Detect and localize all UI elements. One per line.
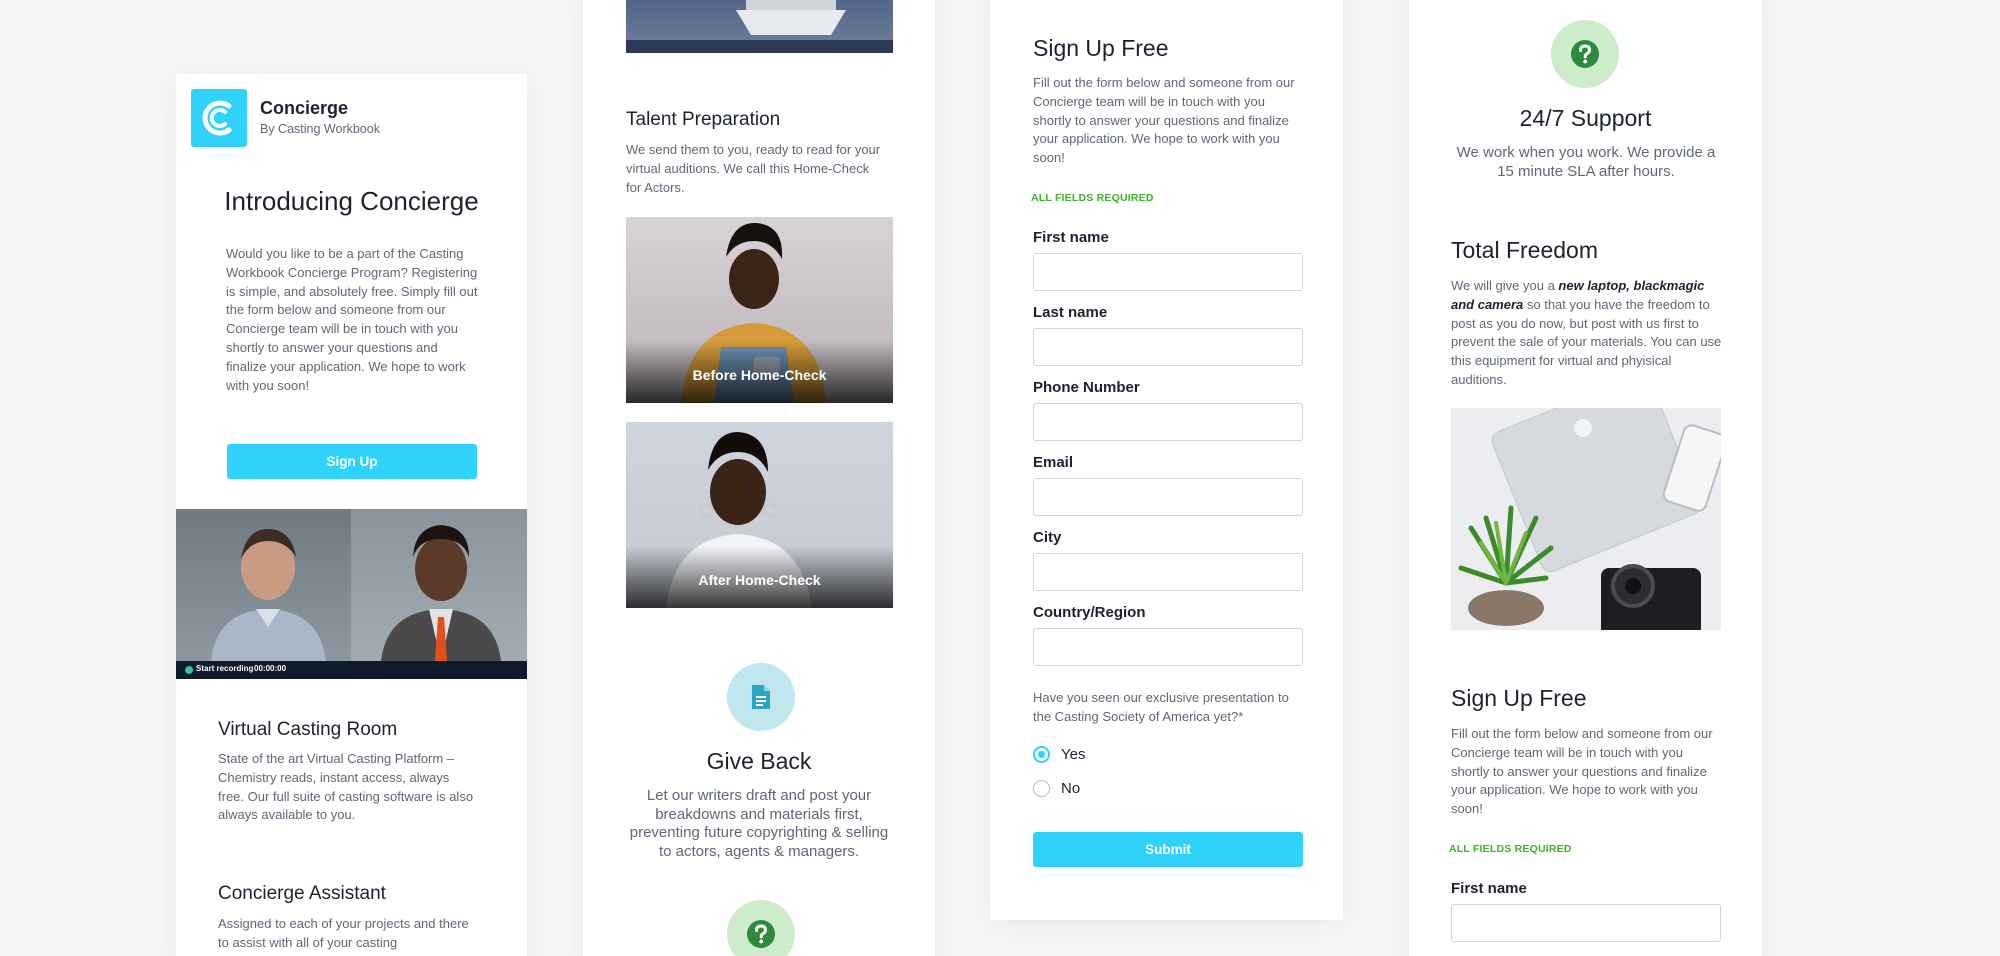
- first-name-label: First name: [1451, 880, 1527, 897]
- laptop-photo: [626, 0, 893, 53]
- panel-introducing-concierge: Concierge By Casting Workbook Introducin…: [176, 74, 527, 956]
- city-field[interactable]: [1033, 553, 1303, 591]
- assistant-text: Assigned to each of your projects and th…: [218, 916, 469, 950]
- first-name-field[interactable]: [1033, 253, 1303, 291]
- question-icon: [1551, 20, 1619, 88]
- radio-no-label[interactable]: No: [1061, 780, 1080, 797]
- video-control-bar: Start recording 00:00:00: [176, 661, 527, 679]
- email-field[interactable]: [1033, 478, 1303, 516]
- concierge-logo: [191, 89, 247, 147]
- panel-talent-preparation: Talent Preparation We send them to you, …: [583, 0, 935, 956]
- give-back-title: Give Back: [706, 748, 812, 774]
- first-name-field[interactable]: [1451, 904, 1721, 942]
- sign-up-button[interactable]: Sign Up: [227, 444, 477, 479]
- virtual-room-title: Virtual Casting Room: [218, 719, 398, 740]
- signup-title: Sign Up Free: [1451, 685, 1587, 711]
- before-home-check-photo: Before Home-Check: [626, 217, 893, 403]
- give-back-text: Let our writers draft and post your brea…: [629, 787, 889, 860]
- intro-text: Would you like to be a part of the Casti…: [226, 246, 478, 393]
- app-byline: By Casting Workbook: [260, 122, 380, 136]
- last-name-label: Last name: [1033, 304, 1108, 321]
- talent-text: We send them to you, ready to read for y…: [626, 142, 881, 195]
- last-name-field[interactable]: [1033, 328, 1303, 366]
- signup-text: Fill out the form below and someone from…: [1451, 726, 1713, 817]
- support-title: 24/7 Support: [1519, 105, 1652, 131]
- signup-title: Sign Up Free: [1033, 35, 1169, 61]
- first-name-label: First name: [1033, 229, 1109, 246]
- virtual-room-text: State of the art Virtual Casting Platfor…: [218, 751, 474, 823]
- virtual-casting-video: Start recording 00:00:00: [176, 509, 527, 679]
- required-note: ALL FIELDS REQUIRED: [1031, 192, 1154, 204]
- radio-yes[interactable]: [1033, 746, 1050, 763]
- presentation-question: Have you seen our exclusive presentation…: [1033, 690, 1289, 724]
- city-label: City: [1033, 529, 1062, 546]
- phone-field[interactable]: [1033, 403, 1303, 441]
- video-timer: 00:00:00: [254, 664, 287, 673]
- after-home-check-photo: After Home-Check: [626, 422, 893, 608]
- recording-indicator-icon: [185, 666, 193, 674]
- phone-label: Phone Number: [1033, 379, 1140, 396]
- required-note: ALL FIELDS REQUIRED: [1449, 843, 1572, 855]
- country-label: Country/Region: [1033, 604, 1146, 621]
- assistant-title: Concierge Assistant: [218, 883, 386, 904]
- panel-support-freedom: 24/7 Support We work when you work. We p…: [1409, 0, 1762, 956]
- equipment-photo: [1451, 408, 1721, 630]
- record-button[interactable]: Start recording: [196, 664, 253, 673]
- document-icon: [727, 663, 795, 731]
- video-tile-right: [351, 509, 527, 661]
- submit-button[interactable]: Submit: [1033, 832, 1303, 867]
- page-title: Introducing Concierge: [224, 186, 479, 216]
- signup-intro: Fill out the form below and someone from…: [1033, 75, 1295, 166]
- radio-yes-label[interactable]: Yes: [1061, 746, 1085, 763]
- video-tile-left: [176, 509, 351, 661]
- support-text: We work when you work. We provide a 15 m…: [1456, 144, 1716, 180]
- email-label: Email: [1033, 454, 1074, 471]
- app-name: Concierge: [260, 98, 349, 118]
- radio-no[interactable]: [1033, 780, 1050, 797]
- talent-title: Talent Preparation: [626, 109, 781, 130]
- freedom-text: We will give you a new laptop, blackmagi…: [1451, 278, 1722, 387]
- panel-sign-up-form: Sign Up Free Fill out the form below and…: [990, 0, 1343, 920]
- freedom-title: Total Freedom: [1451, 237, 1599, 263]
- before-caption: Before Home-Check: [626, 341, 893, 403]
- country-field[interactable]: [1033, 628, 1303, 666]
- after-caption: After Home-Check: [626, 546, 893, 608]
- question-icon: [727, 900, 795, 956]
